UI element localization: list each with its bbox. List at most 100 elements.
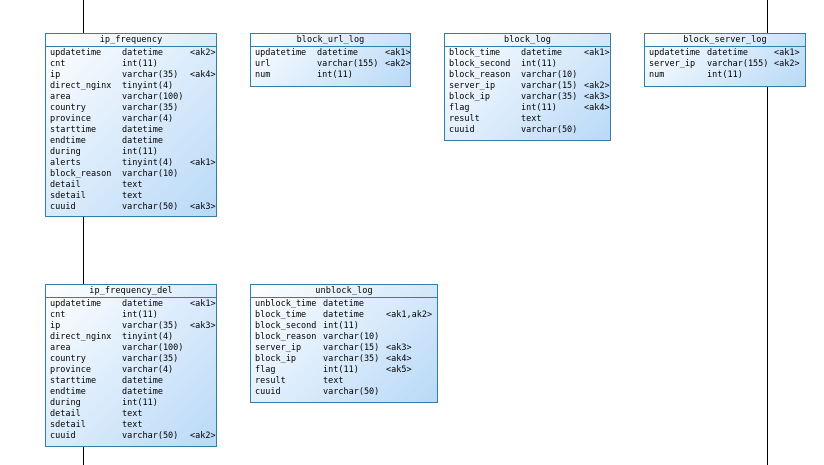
column-row[interactable]: unblock_time datetime <box>255 299 437 310</box>
column-row[interactable]: result text <box>449 114 610 125</box>
column-row[interactable]: updatetime datetime <ak1> <box>255 48 411 59</box>
column-row[interactable]: country varchar(35) <box>50 103 216 114</box>
column-name: cuuid <box>50 202 76 212</box>
column-key: <ak4> <box>584 103 610 113</box>
column-row[interactable]: updatetime datetime <ak1> <box>50 299 216 310</box>
column-row[interactable]: province varchar(4) <box>50 365 216 376</box>
column-row[interactable]: block_reason varchar(10) <box>255 332 437 343</box>
column-key: <ak1> <box>190 158 216 168</box>
column-type: datetime <box>122 125 163 135</box>
column-row[interactable]: ip varchar(35) <ak3> <box>50 321 216 332</box>
column-row[interactable]: ip varchar(35) <ak4> <box>50 70 216 81</box>
column-type: int(11) <box>521 59 557 69</box>
column-name: block_second <box>255 321 317 331</box>
column-row[interactable]: block_second int(11) <box>449 59 610 70</box>
column-name: result <box>449 114 480 124</box>
column-type: varchar(50) <box>521 125 578 135</box>
column-row[interactable]: area varchar(100) <box>50 343 216 354</box>
column-name: alerts <box>50 158 81 168</box>
column-type: varchar(10) <box>521 70 578 80</box>
column-type: varchar(50) <box>122 431 179 441</box>
column-row[interactable]: endtime datetime <box>50 136 216 147</box>
column-row[interactable]: starttime datetime <box>50 376 216 387</box>
column-row[interactable]: block_ip varchar(35) <ak3> <box>449 92 610 103</box>
column-row[interactable]: block_ip varchar(35) <ak4> <box>255 354 437 365</box>
column-row[interactable]: server_ip varchar(15) <ak3> <box>255 343 437 354</box>
column-row[interactable]: block_reason varchar(10) <box>50 169 216 180</box>
column-row[interactable]: url varchar(155) <ak2> <box>255 59 411 70</box>
entity-ip-frequency[interactable]: ip_frequency updatetime datetime <ak2> cnt i… <box>45 33 217 217</box>
column-name: cuuid <box>255 387 281 397</box>
column-key: <ak3> <box>584 92 610 102</box>
column-row[interactable]: endtime datetime <box>50 387 216 398</box>
column-row[interactable]: server_ip varchar(155) <ak2> <box>649 59 805 70</box>
column-name: unblock_time <box>255 299 317 309</box>
column-key: <ak2> <box>584 81 610 91</box>
column-row[interactable]: cnt int(11) <box>50 310 216 321</box>
column-type: varchar(35) <box>122 70 179 80</box>
column-type: datetime <box>707 48 748 58</box>
column-row[interactable]: alerts tinyint(4) <ak1> <box>50 158 216 169</box>
column-row[interactable]: updatetime datetime <ak1> <box>649 48 805 59</box>
column-name: num <box>255 70 271 80</box>
column-row[interactable]: cuuid varchar(50) <ak2> <box>50 431 216 442</box>
column-type: datetime <box>323 310 364 320</box>
column-type: int(11) <box>122 147 158 157</box>
column-row[interactable]: result text <box>255 376 437 387</box>
column-row[interactable]: detail text <box>50 180 216 191</box>
column-name: block_reason <box>50 169 112 179</box>
entity-block-url-log[interactable]: block_url_log updatetime datetime <ak1> url… <box>250 33 411 87</box>
column-row[interactable]: block_second int(11) <box>255 321 437 332</box>
column-key: <ak3> <box>190 202 216 212</box>
column-type: tinyint(4) <box>122 332 174 342</box>
entity-block-server-log[interactable]: block_server_log updatetime datetime <ak1>… <box>644 33 806 87</box>
entity-title: ip_frequency <box>46 34 216 47</box>
column-row[interactable]: area varchar(100) <box>50 92 216 103</box>
column-row[interactable]: detail text <box>50 409 216 420</box>
column-row[interactable]: flag int(11) <ak4> <box>449 103 610 114</box>
column-row[interactable]: during int(11) <box>50 398 216 409</box>
column-name: block_reason <box>255 332 317 342</box>
column-row[interactable]: cnt int(11) <box>50 59 216 70</box>
entity-title: block_server_log <box>645 34 805 47</box>
column-row[interactable]: block_time datetime <ak1> <box>449 48 610 59</box>
column-row[interactable]: cuuid varchar(50) <box>449 125 610 136</box>
column-row[interactable]: sdetail text <box>50 420 216 431</box>
column-name: cnt <box>50 59 66 69</box>
column-name: endtime <box>50 136 86 146</box>
column-key: <ak5> <box>386 365 412 375</box>
entity-unblock-log[interactable]: unblock_log unblock_time datetime block_ti… <box>250 284 438 403</box>
column-name: updatetime <box>50 48 102 58</box>
column-row[interactable]: server_ip varchar(15) <ak2> <box>449 81 610 92</box>
column-row[interactable]: direct_nginx tinyint(4) <box>50 81 216 92</box>
column-row[interactable]: direct_nginx tinyint(4) <box>50 332 216 343</box>
column-row[interactable]: country varchar(35) <box>50 354 216 365</box>
column-row[interactable]: flag int(11) <ak5> <box>255 365 437 376</box>
column-name: block_time <box>255 310 307 320</box>
column-type: int(11) <box>707 70 743 80</box>
entity-ip-frequency-del[interactable]: ip_frequency_del updatetime datetime <ak1>… <box>45 284 217 447</box>
column-row[interactable]: sdetail text <box>50 191 216 202</box>
column-type: tinyint(4) <box>122 81 174 91</box>
column-type: text <box>122 409 143 419</box>
column-row[interactable]: cuuid varchar(50) <box>255 387 437 398</box>
column-row[interactable]: block_reason varchar(10) <box>449 70 610 81</box>
column-name: country <box>50 103 86 113</box>
entity-block-log[interactable]: block_log block_time datetime <ak1> block_s… <box>444 33 611 141</box>
column-row[interactable]: num int(11) <box>649 70 805 81</box>
column-name: detail <box>50 180 81 190</box>
column-row[interactable]: block_time datetime <ak1,ak2> <box>255 310 437 321</box>
column-type: varchar(50) <box>122 202 179 212</box>
column-row[interactable]: starttime datetime <box>50 125 216 136</box>
column-name: flag <box>255 365 276 375</box>
column-name: url <box>255 59 271 69</box>
column-row[interactable]: province varchar(4) <box>50 114 216 125</box>
column-row[interactable]: cuuid varchar(50) <ak3> <box>50 202 216 213</box>
column-row[interactable]: during int(11) <box>50 147 216 158</box>
column-row[interactable]: updatetime datetime <ak2> <box>50 48 216 59</box>
column-type: varchar(35) <box>521 92 578 102</box>
column-row[interactable]: num int(11) <box>255 70 410 81</box>
column-key: <ak2> <box>190 431 216 441</box>
column-name: block_ip <box>255 354 296 364</box>
column-type: varchar(155) <box>317 59 379 69</box>
